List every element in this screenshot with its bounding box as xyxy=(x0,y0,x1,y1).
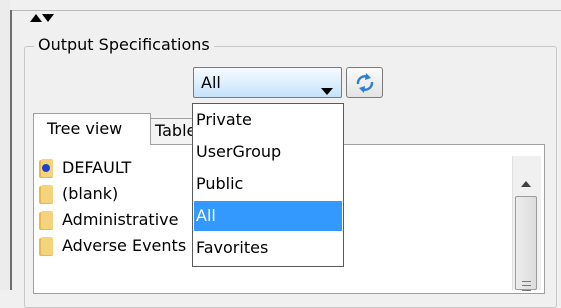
folder-icon xyxy=(38,209,56,231)
chevron-down-icon xyxy=(321,80,333,99)
expand-down-icon xyxy=(42,14,54,22)
filter-dropdown-list: Private UserGroup Public All Favorites xyxy=(192,103,344,267)
scrollbar-thumb[interactable] xyxy=(515,196,537,291)
top-strip xyxy=(0,0,561,11)
dropdown-option-all[interactable]: All xyxy=(194,201,342,231)
left-panel-edge xyxy=(0,0,10,290)
left-divider xyxy=(10,10,12,290)
collapse-up-icon xyxy=(30,14,42,22)
dropdown-option-private[interactable]: Private xyxy=(194,105,342,135)
folder-icon xyxy=(38,235,56,257)
filter-combobox[interactable]: All xyxy=(193,67,342,98)
tree-scrollbar[interactable] xyxy=(512,156,541,291)
refresh-button[interactable] xyxy=(346,67,383,98)
group-title: Output Specifications xyxy=(34,34,214,56)
splitter-arrows[interactable] xyxy=(30,12,70,24)
tree-item-label: DEFAULT xyxy=(62,158,132,177)
folder-icon xyxy=(38,183,56,205)
dropdown-option-public[interactable]: Public xyxy=(194,169,342,199)
tree-item-label: Administrative xyxy=(62,210,179,229)
folder-icon xyxy=(38,157,56,179)
scroll-up-icon[interactable] xyxy=(521,172,531,191)
dropdown-option-usergroup[interactable]: UserGroup xyxy=(194,137,342,167)
refresh-icon xyxy=(356,73,374,93)
tab-tree-view[interactable]: Tree view xyxy=(33,113,151,145)
dropdown-option-favorites[interactable]: Favorites xyxy=(194,233,342,263)
tree-item-label: (blank) xyxy=(62,184,119,203)
tree-item-label: Adverse Events xyxy=(62,236,187,255)
combo-selected-value: All xyxy=(201,73,221,92)
